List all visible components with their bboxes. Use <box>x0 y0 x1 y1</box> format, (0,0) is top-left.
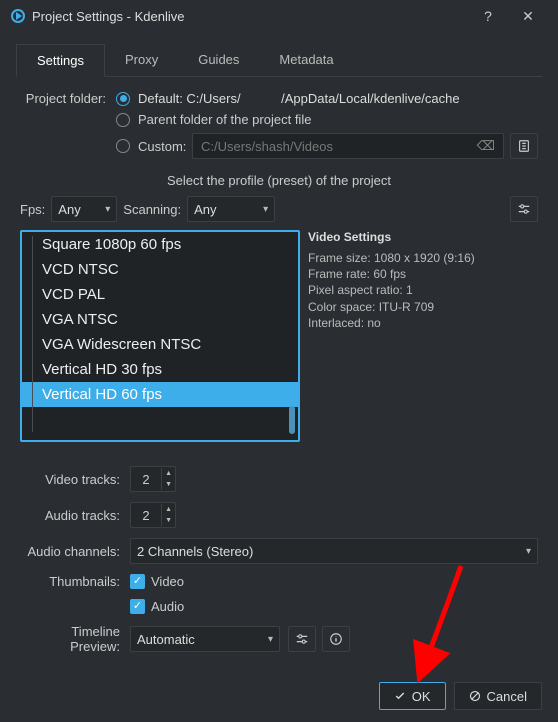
scanning-select[interactable]: Any▾ <box>187 196 275 222</box>
radio-custom[interactable] <box>116 139 130 153</box>
profile-section-title: Select the profile (preset) of the proje… <box>20 173 538 188</box>
cancel-button[interactable]: Cancel <box>454 682 542 710</box>
radio-parent[interactable] <box>116 113 130 127</box>
spin-down-icon: ▼ <box>162 479 175 490</box>
filter-settings-button[interactable] <box>510 196 538 222</box>
thumb-video-checkbox[interactable] <box>130 574 145 589</box>
tree-line <box>32 236 33 432</box>
vs-frame-rate: Frame rate: 60 fps <box>308 266 538 282</box>
tab-guides[interactable]: Guides <box>178 44 259 76</box>
profile-item[interactable]: VCD NTSC <box>22 257 298 282</box>
vs-interlaced: Interlaced: no <box>308 315 538 331</box>
video-settings-title: Video Settings <box>308 230 538 244</box>
vs-par: Pixel aspect ratio: 1 <box>308 282 538 298</box>
tab-bar: Settings Proxy Guides Metadata <box>16 44 542 77</box>
fps-label: Fps: <box>20 202 45 217</box>
folder-parent-label: Parent folder of the project file <box>138 112 311 127</box>
video-tracks-spinner[interactable]: 2 ▲▼ <box>130 466 176 492</box>
close-button[interactable]: ✕ <box>508 8 548 25</box>
scanning-label: Scanning: <box>123 202 181 217</box>
profile-item-selected[interactable]: Vertical HD 60 fps <box>22 382 298 407</box>
audio-channels-select[interactable]: 2 Channels (Stereo)▾ <box>130 538 538 564</box>
profile-item[interactable]: VGA Widescreen NTSC <box>22 332 298 357</box>
radio-default[interactable] <box>116 92 130 106</box>
preview-settings-button[interactable] <box>288 626 316 652</box>
scrollbar-thumb[interactable] <box>289 406 295 434</box>
tab-settings[interactable]: Settings <box>16 44 105 77</box>
clear-icon[interactable]: ⌫ <box>477 138 495 154</box>
fps-select[interactable]: Any▾ <box>51 196 117 222</box>
folder-default-path: Default: C:/Users/xxxxx/AppData/Local/kd… <box>138 91 460 106</box>
window-title: Project Settings - Kdenlive <box>32 9 468 24</box>
thumbnails-label: Thumbnails: <box>20 574 130 589</box>
audio-tracks-label: Audio tracks: <box>20 508 130 523</box>
preview-select[interactable]: Automatic▾ <box>130 626 280 652</box>
audio-channels-label: Audio channels: <box>20 544 130 559</box>
profile-item[interactable]: Square 1080p 60 fps <box>22 232 298 257</box>
spin-down-icon: ▼ <box>162 515 175 526</box>
folder-custom-label: Custom: <box>138 139 192 154</box>
spin-up-icon: ▲ <box>162 468 175 479</box>
custom-path-input[interactable]: C:/Users/shash/Videos ⌫ <box>192 133 504 159</box>
vs-colorspace: Color space: ITU-R 709 <box>308 299 538 315</box>
ok-button[interactable]: OK <box>379 682 446 710</box>
audio-tracks-spinner[interactable]: 2 ▲▼ <box>130 502 176 528</box>
thumb-audio-checkbox[interactable] <box>130 599 145 614</box>
preview-label: Timeline Preview: <box>20 624 130 654</box>
thumb-video-label: Video <box>151 574 184 589</box>
video-settings-panel: Video Settings Frame size: 1080 x 1920 (… <box>308 230 538 442</box>
app-icon <box>10 8 26 24</box>
titlebar: Project Settings - Kdenlive ? ✕ <box>0 0 558 32</box>
profile-item[interactable]: Vertical HD 30 fps <box>22 357 298 382</box>
browse-button[interactable] <box>510 133 538 159</box>
video-tracks-label: Video tracks: <box>20 472 130 487</box>
preview-info-button[interactable] <box>322 626 350 652</box>
tab-proxy[interactable]: Proxy <box>105 44 178 76</box>
spin-up-icon: ▲ <box>162 504 175 515</box>
profile-item[interactable]: VGA NTSC <box>22 307 298 332</box>
help-button[interactable]: ? <box>468 8 508 24</box>
profile-list[interactable]: Square 1080p 60 fps VCD NTSC VCD PAL VGA… <box>20 230 300 442</box>
thumb-audio-label: Audio <box>151 599 184 614</box>
project-folder-label: Project folder: <box>20 91 116 106</box>
tab-metadata[interactable]: Metadata <box>259 44 353 76</box>
profile-item[interactable]: VCD PAL <box>22 282 298 307</box>
vs-frame-size: Frame size: 1080 x 1920 (9:16) <box>308 250 538 266</box>
